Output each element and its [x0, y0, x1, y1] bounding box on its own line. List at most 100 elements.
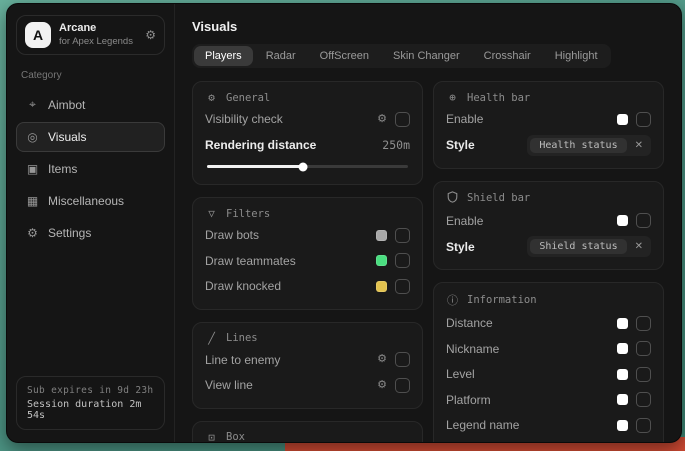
rendering-distance-value: 250m — [382, 138, 410, 152]
shield-style-row: Style Shield status ✕ — [446, 236, 651, 257]
shield-bar-card: Shield bar Enable Style Shield status — [433, 181, 664, 271]
profile-settings-icon[interactable]: ⚙ — [145, 28, 156, 42]
information-card-header: ⓘ Information — [446, 292, 651, 308]
health-enable-color-swatch[interactable] — [617, 114, 628, 125]
general-card: ⚙ General Visibility check ⚙ Rendering d… — [192, 81, 423, 185]
platform-checkbox[interactable] — [636, 392, 651, 407]
health-style-remove-icon[interactable]: ✕ — [635, 140, 643, 151]
tab-highlight[interactable]: Highlight — [544, 46, 609, 66]
visibility-check-checkbox[interactable] — [395, 112, 410, 127]
tab-bar: Players Radar OffScreen Skin Changer Cro… — [192, 44, 611, 68]
level-color-swatch[interactable] — [617, 369, 628, 380]
lines-icon: ╱ — [205, 332, 218, 345]
sidebar-item-label: Items — [48, 162, 77, 176]
session-duration-text: Session duration 2m 54s — [27, 399, 154, 421]
view-line-settings-icon[interactable]: ⚙ — [377, 380, 387, 391]
shield-enable-checkbox[interactable] — [636, 213, 651, 228]
box-card: ⊡ Box Enable Enable background — [192, 421, 423, 443]
shield-enable-color-swatch[interactable] — [617, 215, 628, 226]
app-name: Arcane — [59, 22, 137, 36]
shield-style-tag[interactable]: Shield status — [530, 239, 626, 254]
sidebar: A Arcane for Apex Legends ⚙ Category ⌖ A… — [7, 4, 175, 442]
category-label: Category — [21, 70, 160, 81]
info-legend-name-row: Legend name — [446, 415, 651, 436]
health-enable-checkbox[interactable] — [636, 112, 651, 127]
app-title-block: Arcane for Apex Legends — [59, 22, 137, 48]
sidebar-item-items[interactable]: ▣ Items — [16, 154, 165, 184]
section-title: Filters — [226, 208, 270, 220]
level-checkbox[interactable] — [636, 367, 651, 382]
tab-players[interactable]: Players — [194, 46, 253, 66]
information-icon: ⓘ — [446, 292, 459, 308]
row-label: Draw teammates — [205, 254, 296, 268]
draw-teammates-checkbox[interactable] — [395, 253, 410, 268]
row-label: Draw bots — [205, 228, 259, 242]
section-title: General — [226, 92, 270, 104]
visibility-settings-icon[interactable]: ⚙ — [377, 114, 387, 125]
row-label: Style — [446, 138, 475, 152]
row-label: Draw knocked — [205, 279, 281, 293]
profile-card[interactable]: A Arcane for Apex Legends ⚙ — [16, 15, 165, 55]
row-label: Level — [446, 367, 475, 381]
legend-name-color-swatch[interactable] — [617, 420, 628, 431]
general-icon: ⚙ — [205, 91, 218, 104]
row-label: Platform — [446, 393, 491, 407]
info-level-row: Level — [446, 364, 651, 385]
line-to-enemy-checkbox[interactable] — [395, 352, 410, 367]
tab-skin-changer[interactable]: Skin Changer — [382, 46, 471, 66]
box-card-header: ⊡ Box — [205, 431, 410, 443]
draw-knocked-row: Draw knocked — [205, 276, 410, 297]
general-card-header: ⚙ General — [205, 91, 410, 104]
info-distance-row: Distance — [446, 313, 651, 334]
draw-teammates-row: Draw teammates — [205, 251, 410, 272]
shield-style-select[interactable]: Shield status ✕ — [527, 236, 651, 257]
row-label: Style — [446, 240, 475, 254]
sidebar-item-visuals[interactable]: ◎ Visuals — [16, 122, 165, 152]
draw-bots-color-swatch[interactable] — [376, 230, 387, 241]
tab-offscreen[interactable]: OffScreen — [309, 46, 380, 66]
legend-name-checkbox[interactable] — [636, 418, 651, 433]
nickname-color-swatch[interactable] — [617, 343, 628, 354]
distance-checkbox[interactable] — [636, 316, 651, 331]
app-logo: A — [25, 22, 51, 48]
settings-icon: ⚙ — [26, 226, 39, 240]
row-label: Visibility check — [205, 112, 283, 126]
slider-thumb[interactable] — [299, 162, 308, 171]
tab-radar[interactable]: Radar — [255, 46, 307, 66]
information-card: ⓘ Information Distance Nickname — [433, 282, 664, 442]
draw-bots-checkbox[interactable] — [395, 228, 410, 243]
sidebar-item-aimbot[interactable]: ⌖ Aimbot — [16, 89, 165, 120]
visuals-icon: ◎ — [26, 130, 39, 144]
view-line-checkbox[interactable] — [395, 378, 410, 393]
sidebar-item-settings[interactable]: ⚙ Settings — [16, 218, 165, 248]
sidebar-item-label: Aimbot — [48, 98, 85, 112]
info-platform-row: Platform — [446, 390, 651, 411]
draw-teammates-color-swatch[interactable] — [376, 255, 387, 266]
lines-card-header: ╱ Lines — [205, 332, 410, 345]
left-column: ⚙ General Visibility check ⚙ Rendering d… — [192, 81, 423, 442]
row-label: Enable — [446, 214, 483, 228]
health-style-tag[interactable]: Health status — [530, 138, 626, 153]
rendering-distance-slider[interactable] — [207, 165, 408, 168]
filters-card: ▽ Filters Draw bots Draw teammates — [192, 197, 423, 310]
distance-color-swatch[interactable] — [617, 318, 628, 329]
sidebar-item-label: Miscellaneous — [48, 194, 124, 208]
rendering-distance-row: Rendering distance 250m — [205, 135, 410, 156]
health-style-select[interactable]: Health status ✕ — [527, 135, 651, 156]
draw-knocked-color-swatch[interactable] — [376, 281, 387, 292]
filters-card-header: ▽ Filters — [205, 207, 410, 220]
health-enable-row: Enable — [446, 109, 651, 130]
visibility-check-row: Visibility check ⚙ — [205, 109, 410, 130]
draw-knocked-checkbox[interactable] — [395, 279, 410, 294]
health-bar-card: ⊕ Health bar Enable Style Health stat — [433, 81, 664, 169]
shield-style-remove-icon[interactable]: ✕ — [635, 241, 643, 252]
platform-color-swatch[interactable] — [617, 394, 628, 405]
sidebar-item-label: Visuals — [48, 130, 86, 144]
miscellaneous-icon: ▦ — [26, 194, 39, 208]
sidebar-item-miscellaneous[interactable]: ▦ Miscellaneous — [16, 186, 165, 216]
tab-crosshair[interactable]: Crosshair — [473, 46, 542, 66]
sidebar-item-label: Settings — [48, 226, 91, 240]
nickname-checkbox[interactable] — [636, 341, 651, 356]
lines-card: ╱ Lines Line to enemy ⚙ View line ⚙ — [192, 322, 423, 409]
line-to-enemy-settings-icon[interactable]: ⚙ — [377, 354, 387, 365]
